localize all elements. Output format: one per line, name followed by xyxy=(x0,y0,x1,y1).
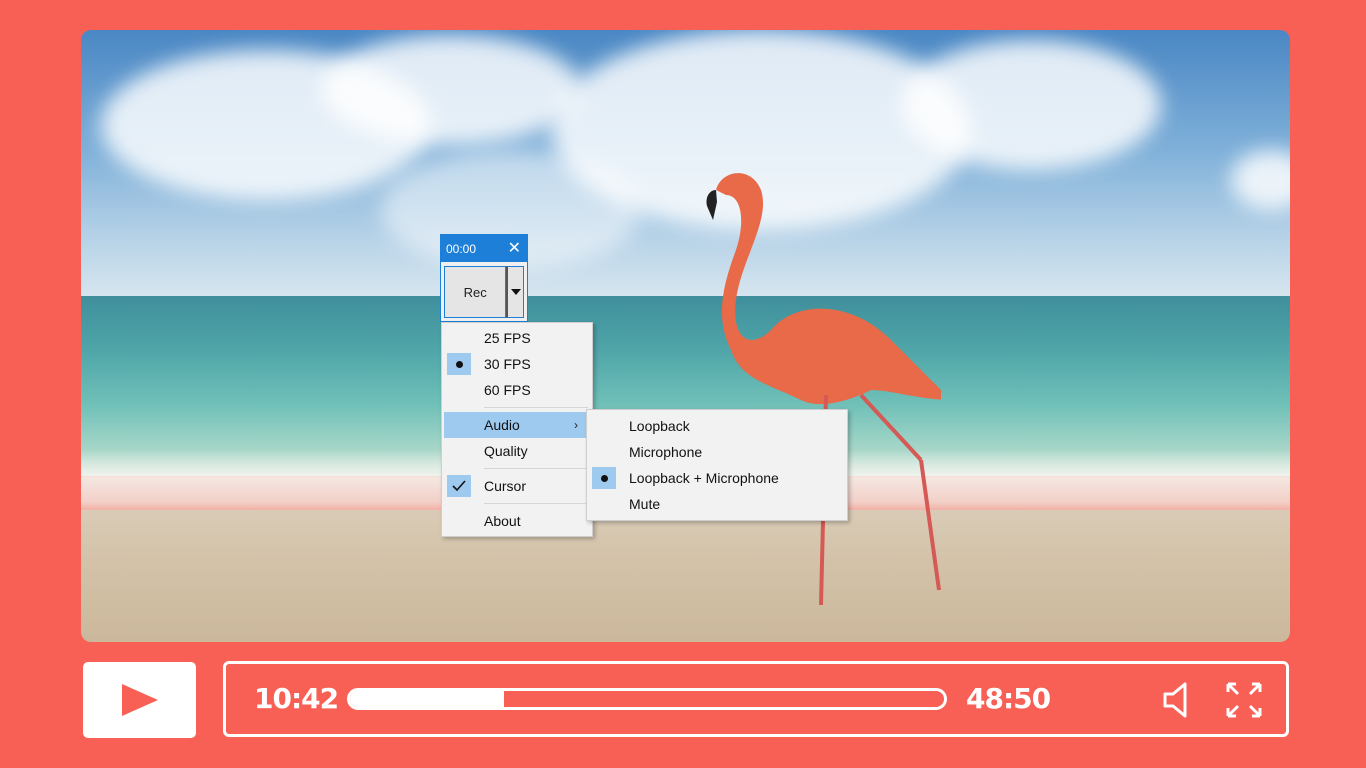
menu-item-label: Loopback xyxy=(629,418,690,434)
menu-separator xyxy=(484,503,588,504)
menu-item-label: Audio xyxy=(484,417,520,433)
play-button[interactable] xyxy=(83,662,196,738)
play-icon xyxy=(121,684,158,716)
player-control-bar: 10:42 48:50 xyxy=(223,661,1289,737)
radio-dot-icon xyxy=(455,360,463,368)
triangle-down-icon xyxy=(510,289,521,295)
menu-item-about[interactable]: About xyxy=(444,508,590,534)
menu-item-30fps[interactable]: 30 FPS xyxy=(444,351,590,377)
options-menu: 25 FPS 30 FPS 60 FPS Audio › Quality Cur… xyxy=(441,322,593,537)
submenu-item-loopback-microphone[interactable]: Loopback + Microphone xyxy=(589,465,845,491)
menu-item-quality[interactable]: Quality xyxy=(444,438,590,464)
chevron-right-icon: › xyxy=(574,418,578,432)
submenu-item-mute[interactable]: Mute xyxy=(589,491,845,517)
menu-item-25fps[interactable]: 25 FPS xyxy=(444,325,590,351)
recorder-titlebar: 00:00 ✕ xyxy=(441,235,527,262)
seek-bar-fill xyxy=(350,691,505,707)
menu-separator xyxy=(484,468,588,469)
menu-item-label: 25 FPS xyxy=(484,330,531,346)
submenu-item-loopback[interactable]: Loopback xyxy=(589,413,845,439)
menu-item-label: Cursor xyxy=(484,478,527,494)
recorder-window: 00:00 ✕ Rec xyxy=(440,234,528,322)
current-time: 10:42 xyxy=(254,682,339,715)
video-frame xyxy=(81,30,1290,642)
submenu-item-microphone[interactable]: Microphone xyxy=(589,439,845,465)
flamingo-image xyxy=(706,173,941,606)
menu-separator xyxy=(484,407,588,408)
menu-item-label: Loopback + Microphone xyxy=(629,470,779,486)
menu-item-label: Microphone xyxy=(629,444,703,460)
record-options-dropdown[interactable] xyxy=(506,266,524,318)
menu-item-label: Quality xyxy=(484,443,528,459)
audio-submenu: Loopback Microphone Loopback + Microphon… xyxy=(586,409,848,521)
menu-item-label: 60 FPS xyxy=(484,382,531,398)
menu-item-60fps[interactable]: 60 FPS xyxy=(444,377,590,403)
checkmark-icon xyxy=(447,475,471,497)
radio-dot-icon xyxy=(600,474,608,482)
total-time: 48:50 xyxy=(966,682,1051,715)
seek-bar[interactable] xyxy=(347,688,947,710)
menu-item-cursor[interactable]: Cursor xyxy=(444,473,590,499)
menu-item-audio[interactable]: Audio › xyxy=(444,412,590,438)
timer-display: 00:00 xyxy=(446,241,477,256)
menu-item-label: 30 FPS xyxy=(484,356,531,372)
menu-item-label: About xyxy=(484,513,521,529)
close-icon[interactable]: ✕ xyxy=(508,240,521,257)
menu-item-label: Mute xyxy=(629,496,661,512)
record-button[interactable]: Rec xyxy=(444,266,507,318)
fullscreen-icon[interactable] xyxy=(1224,680,1264,720)
volume-icon[interactable] xyxy=(1161,680,1201,720)
